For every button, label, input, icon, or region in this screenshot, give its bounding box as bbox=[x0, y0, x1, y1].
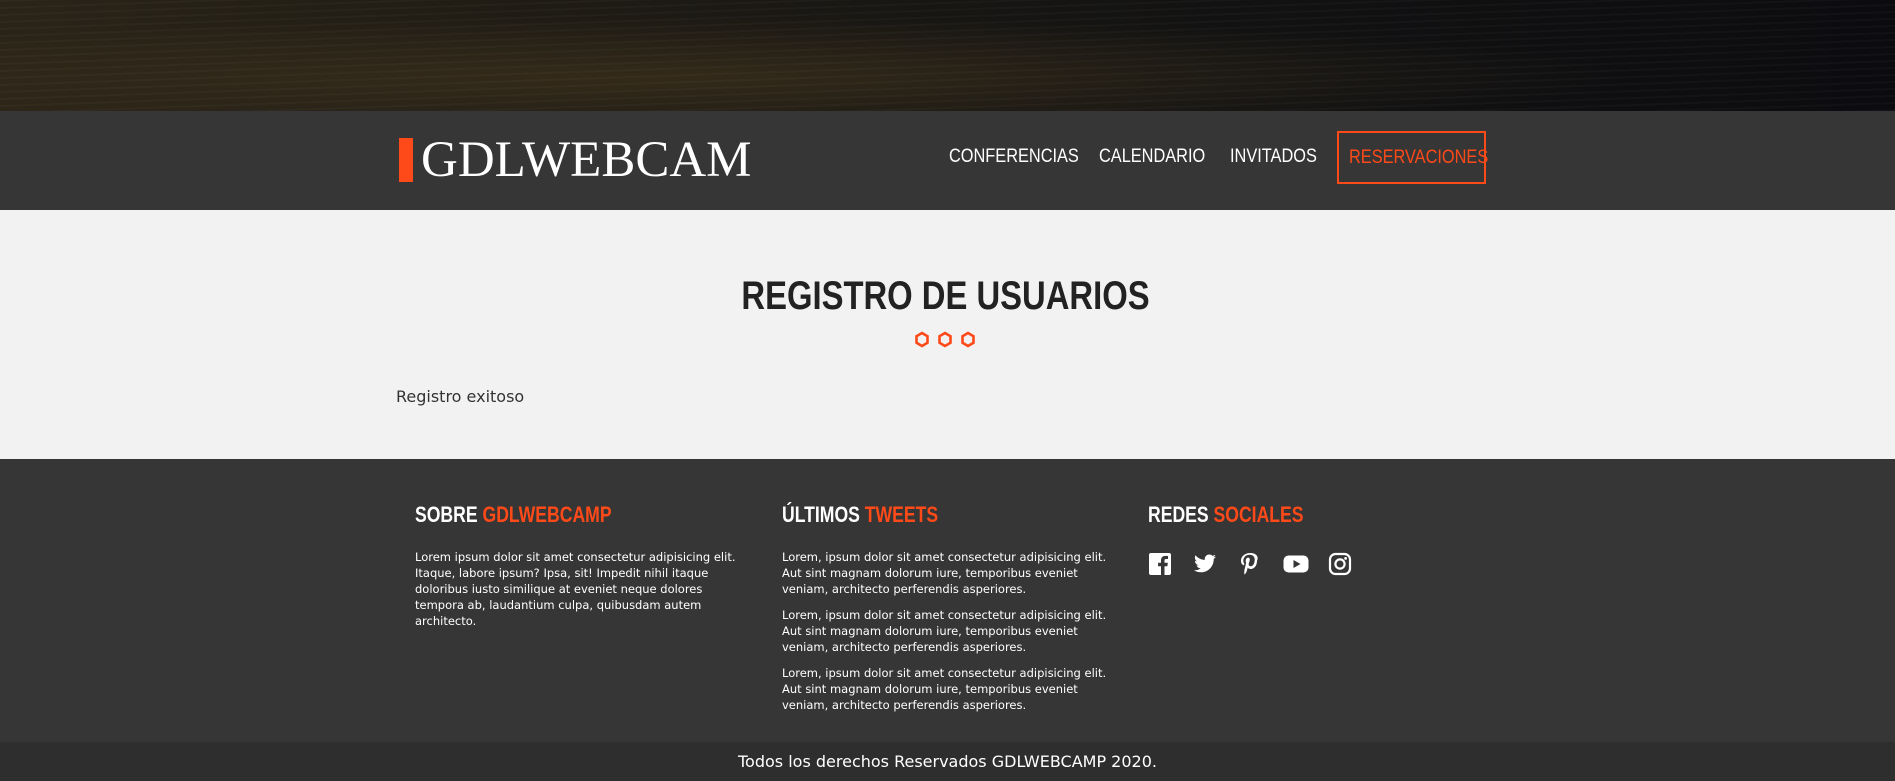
nav-invitados[interactable]: INVITADOS bbox=[1230, 131, 1317, 183]
nav-reservaciones-label: RESERVACIONES bbox=[1349, 147, 1489, 168]
pinterest-icon[interactable] bbox=[1238, 552, 1264, 578]
footer-social-title-prefix: REDES bbox=[1148, 502, 1209, 527]
nav-reservaciones[interactable]: RESERVACIONES bbox=[1337, 131, 1489, 184]
site-header bbox=[0, 111, 1895, 210]
logo-mark bbox=[399, 138, 413, 182]
footer-about: SOBRE GDLWEBCAMP Lorem ipsum dolor sit a… bbox=[415, 500, 745, 629]
footer-about-title-prefix: SOBRE bbox=[415, 502, 478, 527]
copyright: Todos los derechos Reservados GDLWEBCAMP… bbox=[0, 742, 1895, 781]
footer-social-title-accent: SOCIALES bbox=[1213, 502, 1304, 527]
facebook-icon[interactable] bbox=[1148, 552, 1174, 578]
footer-social: REDES SOCIALES bbox=[1148, 500, 1478, 578]
hero-image bbox=[0, 0, 1895, 111]
instagram-icon[interactable] bbox=[1328, 552, 1354, 578]
nav-conferencias[interactable]: CONFERENCIAS bbox=[949, 131, 1079, 183]
tweet-item: Lorem, ipsum dolor sit amet consectetur … bbox=[782, 550, 1107, 596]
social-links bbox=[1148, 552, 1478, 578]
logo-text: GDLWEBCAM bbox=[421, 132, 752, 188]
footer-about-title-accent: GDLWEBCAMP bbox=[482, 502, 612, 527]
hexagon-icon bbox=[938, 331, 952, 348]
hexagon-icon bbox=[915, 331, 929, 348]
success-message: Registro exitoso bbox=[396, 387, 525, 406]
twitter-icon[interactable] bbox=[1193, 552, 1219, 578]
tweet-item: Lorem, ipsum dolor sit amet consectetur … bbox=[782, 666, 1107, 712]
nav-calendario[interactable]: CALENDARIO bbox=[1099, 131, 1205, 183]
footer-tweets: ÚLTIMOS TWEETS Lorem, ipsum dolor sit am… bbox=[782, 500, 1112, 713]
tweet-item: Lorem, ipsum dolor sit amet consectetur … bbox=[782, 608, 1107, 654]
footer-tweets-title-prefix: ÚLTIMOS bbox=[782, 502, 860, 527]
hexagon-divider bbox=[915, 331, 975, 348]
hexagon-icon bbox=[961, 331, 975, 348]
page-title: REGISTRO DE USUARIOS bbox=[741, 274, 1150, 318]
footer-about-title: SOBRE GDLWEBCAMP bbox=[415, 500, 679, 530]
youtube-icon[interactable] bbox=[1283, 552, 1309, 578]
site-logo[interactable]: GDLWEBCAM bbox=[399, 132, 752, 188]
footer-tweets-title: ÚLTIMOS TWEETS bbox=[782, 500, 1046, 530]
footer-tweets-title-accent: TWEETS bbox=[864, 502, 939, 527]
footer-social-title: REDES SOCIALES bbox=[1148, 500, 1412, 530]
footer-about-text: Lorem ipsum dolor sit amet consectetur a… bbox=[415, 550, 736, 628]
